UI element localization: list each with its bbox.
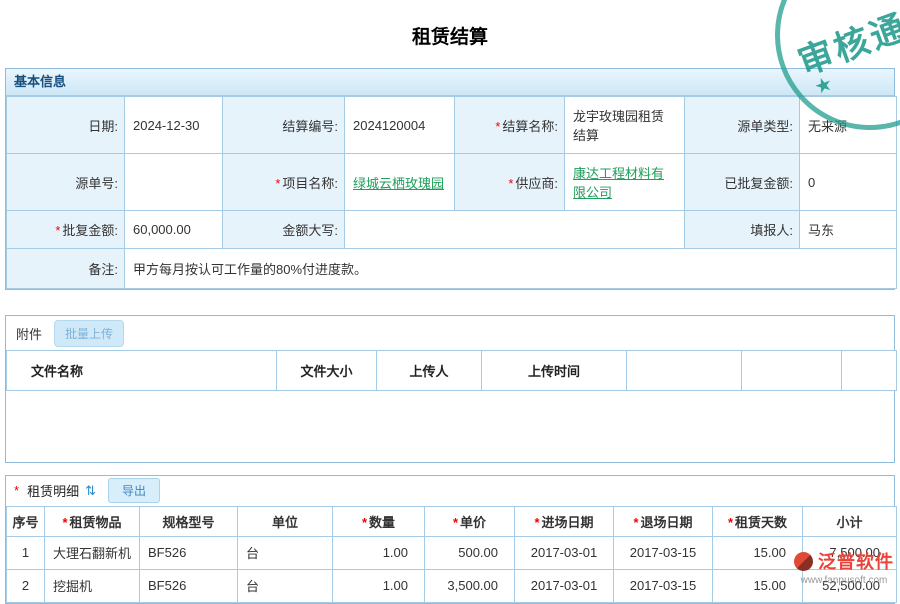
project-link[interactable]: 绿城云栖玫瑰园 [353, 176, 444, 191]
table-row: 1大理石翻新机BF526台1.00500.002017-03-012017-03… [7, 536, 897, 569]
remark-label: 备注: [7, 249, 125, 289]
details-table: 序号*租赁物品规格型号单位*数量*单价*进场日期*退场日期*租赁天数小计 1大理… [6, 506, 897, 603]
details-body: 1大理石翻新机BF526台1.00500.002017-03-012017-03… [7, 536, 897, 602]
project-value: 绿城云栖玫瑰园 [345, 154, 455, 211]
required-asterisk: * [62, 515, 67, 530]
attachments-empty-row [7, 391, 897, 462]
required-asterisk: * [275, 176, 280, 191]
table-cell: 15.00 [713, 536, 803, 569]
reporter-value: 马东 [800, 211, 897, 249]
required-asterisk: * [14, 483, 19, 498]
attachments-col-header: 文件大小 [277, 351, 377, 391]
required-asterisk: * [633, 515, 638, 530]
details-header-row: 序号*租赁物品规格型号单位*数量*单价*进场日期*退场日期*租赁天数小计 [7, 506, 897, 536]
table-cell: 2017-03-01 [515, 536, 614, 569]
details-col-header: 单位 [238, 506, 333, 536]
approved-amount-value: 0 [800, 154, 897, 211]
settle-no-value: 2024120004 [345, 97, 455, 154]
attachments-table: 文件名称文件大小上传人上传时间 [6, 350, 897, 462]
attachments-header-row: 文件名称文件大小上传人上传时间 [7, 351, 897, 391]
required-asterisk: * [453, 515, 458, 530]
settle-no-label: 结算编号: [223, 97, 345, 154]
source-type-value: 无来源 [800, 97, 897, 154]
required-asterisk: * [55, 223, 60, 238]
table-cell: 1.00 [333, 536, 425, 569]
details-col-header: *数量 [333, 506, 425, 536]
table-cell: 7,500.00 [803, 536, 897, 569]
table-cell: 1 [7, 536, 45, 569]
table-cell: 台 [238, 569, 333, 602]
reporter-label: 填报人: [685, 211, 800, 249]
details-col-header: *租赁物品 [45, 506, 140, 536]
approve-amount-value: 60,000.00 [125, 211, 223, 249]
table-row: 2挖掘机BF526台1.003,500.002017-03-012017-03-… [7, 569, 897, 602]
source-no-label: 源单号: [7, 154, 125, 211]
table-cell: 2017-03-15 [614, 536, 713, 569]
section-details: * 租赁明细 ⇅ 导出 序号*租赁物品规格型号单位*数量*单价*进场日期*退场日期… [5, 475, 895, 604]
approved-amount-label: 已批复金额: [685, 154, 800, 211]
supplier-value: 康达工程材料有限公司 [565, 154, 685, 211]
section-basic-info-header: 基本信息 [6, 69, 894, 96]
table-cell: 大理石翻新机 [45, 536, 140, 569]
attachments-col-header: 文件名称 [7, 351, 277, 391]
details-col-header: *租赁天数 [713, 506, 803, 536]
date-value: 2024-12-30 [125, 97, 223, 154]
batch-upload-button[interactable]: 批量上传 [54, 320, 124, 347]
details-col-header: 小计 [803, 506, 897, 536]
supplier-link[interactable]: 康达工程材料有限公司 [573, 166, 664, 200]
table-cell: BF526 [140, 536, 238, 569]
amount-words-label: 金额大写: [223, 211, 345, 249]
attachments-col-header [842, 351, 897, 391]
attachments-col-header: 上传时间 [482, 351, 627, 391]
settle-name-label: *结算名称: [455, 97, 565, 154]
required-asterisk: * [362, 515, 367, 530]
details-title: 租赁明细 [27, 481, 79, 500]
required-asterisk: * [534, 515, 539, 530]
table-cell: 挖掘机 [45, 569, 140, 602]
required-asterisk: * [495, 119, 500, 134]
required-asterisk: * [728, 515, 733, 530]
date-label: 日期: [7, 97, 125, 154]
table-cell: 2017-03-15 [614, 569, 713, 602]
amount-words-value [345, 211, 685, 249]
remark-value: 甲方每月按认可工作量的80%付进度款。 [125, 249, 897, 289]
table-cell: 2 [7, 569, 45, 602]
source-type-label: 源单类型: [685, 97, 800, 154]
table-cell: BF526 [140, 569, 238, 602]
sort-icon[interactable]: ⇅ [85, 483, 96, 499]
details-col-header: 规格型号 [140, 506, 238, 536]
table-cell: 15.00 [713, 569, 803, 602]
settle-name-value: 龙宇玫瑰园租赁结算 [565, 97, 685, 154]
page-title: 租赁结算 [0, 0, 900, 68]
table-cell: 1.00 [333, 569, 425, 602]
attachments-col-header [627, 351, 742, 391]
project-label: *项目名称: [223, 154, 345, 211]
export-button[interactable]: 导出 [108, 478, 160, 503]
supplier-label: *供应商: [455, 154, 565, 211]
table-cell: 2017-03-01 [515, 569, 614, 602]
approve-amount-label: *批复金额: [7, 211, 125, 249]
details-col-header: *退场日期 [614, 506, 713, 536]
details-col-header: *进场日期 [515, 506, 614, 536]
required-asterisk: * [508, 176, 513, 191]
table-cell: 3,500.00 [425, 569, 515, 602]
details-col-header: *单价 [425, 506, 515, 536]
source-no-value [125, 154, 223, 211]
table-cell: 500.00 [425, 536, 515, 569]
table-cell: 台 [238, 536, 333, 569]
attachments-col-header [742, 351, 842, 391]
basic-info-table: 日期: 2024-12-30 结算编号: 2024120004 *结算名称: 龙… [6, 96, 897, 289]
attachments-col-header: 上传人 [377, 351, 482, 391]
details-col-header: 序号 [7, 506, 45, 536]
section-basic-info: 基本信息 日期: 2024-12-30 结算编号: 2024120004 *结算… [5, 68, 895, 290]
attachments-title: 附件 [16, 324, 42, 343]
section-attachments: 附件 批量上传 文件名称文件大小上传人上传时间 [5, 315, 895, 463]
table-cell: 52,500.00 [803, 569, 897, 602]
